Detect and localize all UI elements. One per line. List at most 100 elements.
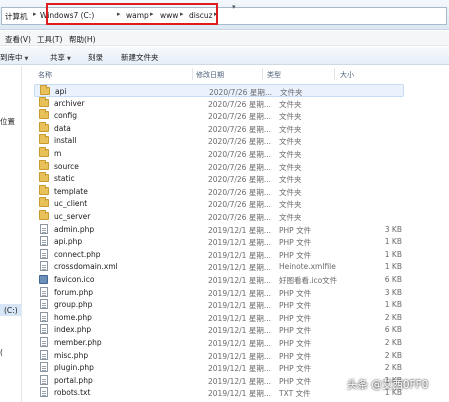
file-name: index.php <box>54 325 92 335</box>
document-file-icon <box>40 261 48 272</box>
menu-view[interactable]: 查看(V) <box>5 34 31 45</box>
file-type: PHP 文件 <box>279 351 312 361</box>
menu-help[interactable]: 帮助(H) <box>69 34 96 45</box>
file-type: 文件夹 <box>279 175 302 185</box>
document-file-icon <box>40 374 48 385</box>
share-label: 共享 <box>50 53 65 62</box>
address-dropdown-arrow-icon[interactable]: ▾ <box>232 3 236 11</box>
sidebar-item-location[interactable]: 位置 <box>0 116 15 127</box>
file-row[interactable]: api 2020/7/26 星期... 文件夹 <box>34 84 404 97</box>
file-size: 2 KB <box>384 338 402 347</box>
file-name: m <box>54 149 62 158</box>
file-size: 1 KB <box>384 237 402 247</box>
file-name: data <box>54 123 71 133</box>
folder-icon <box>40 85 50 95</box>
column-header-row: 名称 修改日期 类型 大小 <box>22 66 449 82</box>
file-row[interactable]: uc_server 2020/7/26 星期... 文件夹 <box>34 210 404 223</box>
file-size: 3 KB <box>384 287 402 297</box>
sidebar-item-drive[interactable]: (C:) <box>4 306 18 315</box>
file-name: install <box>54 136 77 146</box>
file-row[interactable]: favicon.ico 2019/12/1 星期... 好图看看.ico文件 6 KB <box>34 273 404 286</box>
file-modified-date: 2019/12/1 星期... <box>208 326 271 336</box>
column-header-name[interactable]: 名称 <box>38 70 52 80</box>
sidebar-item-partial[interactable]: ( <box>0 348 3 357</box>
file-name: static <box>54 174 75 184</box>
file-row[interactable]: template 2020/7/26 星期... 文件夹 <box>34 184 404 198</box>
image-file-icon <box>39 274 48 284</box>
file-size: 1 KB <box>384 262 402 272</box>
file-size: 6 KB <box>384 275 402 284</box>
include-in-library-button[interactable]: 到库中 ▼ <box>0 52 28 63</box>
folder-icon <box>39 147 49 157</box>
column-header-size[interactable]: 大小 <box>340 70 354 80</box>
file-modified-date: 2020/7/26 星期... <box>208 175 271 185</box>
document-file-icon <box>40 299 48 310</box>
column-header-type[interactable]: 类型 <box>267 70 281 80</box>
file-modified-date: 2019/12/1 星期... <box>208 263 271 273</box>
file-row[interactable]: admin.php 2019/12/1 星期... PHP 文件 3 KB <box>34 223 404 236</box>
file-type: PHP 文件 <box>279 238 312 248</box>
column-divider[interactable] <box>192 68 193 80</box>
file-row[interactable]: install 2020/7/26 星期... 文件夹 <box>34 134 404 147</box>
file-modified-date: 2020/7/26 星期... <box>208 150 271 159</box>
file-size: 2 KB <box>384 312 402 322</box>
file-modified-date: 2019/12/1 星期... <box>208 225 271 235</box>
column-divider[interactable] <box>334 68 335 80</box>
file-type: 文件夹 <box>279 112 302 122</box>
file-row[interactable]: m 2020/7/26 星期... 文件夹 <box>34 147 404 160</box>
file-row[interactable]: plugin.php 2019/12/1 星期... PHP 文件 2 KB <box>34 361 404 374</box>
file-row[interactable]: group.php 2019/12/1 星期... PHP 文件 1 KB <box>34 298 404 311</box>
file-size: 3 KB <box>384 224 402 234</box>
file-name: portal.php <box>54 375 93 385</box>
file-size: 2 KB <box>384 350 402 360</box>
file-type: 文件夹 <box>279 162 302 172</box>
file-row[interactable]: source 2020/7/26 星期... 文件夹 <box>34 159 404 173</box>
file-modified-date: 2019/12/1 星期... <box>208 339 271 348</box>
toolbar: 到库中 ▼ 共享 ▼ 刻录 新建文件夹 <box>0 47 449 65</box>
file-row[interactable]: api.php 2019/12/1 星期... PHP 文件 1 KB <box>34 235 404 248</box>
file-name: config <box>54 111 77 121</box>
file-row[interactable]: uc_client 2020/7/26 星期... 文件夹 <box>34 197 404 210</box>
red-highlight-box <box>46 3 218 25</box>
file-name: home.php <box>54 312 92 322</box>
file-type: PHP 文件 <box>279 364 312 374</box>
file-row[interactable]: member.php 2019/12/1 星期... PHP 文件 2 KB <box>34 336 404 349</box>
file-row[interactable]: home.php 2019/12/1 星期... PHP 文件 2 KB <box>34 311 404 324</box>
file-row[interactable]: static 2020/7/26 星期... 文件夹 <box>34 172 404 185</box>
file-row[interactable]: archiver 2020/7/26 星期... 文件夹 <box>34 96 404 110</box>
file-name: connect.php <box>54 249 101 259</box>
address-bar: 计算机 ▸ Windows7 (C:) ▸ wamp ▸ www ▸ discu… <box>0 0 449 30</box>
file-size: 1 KB <box>384 249 402 259</box>
file-row[interactable]: crossdomain.xml 2019/12/1 星期... Heinote.xm… <box>34 260 404 273</box>
file-row[interactable]: config 2020/7/26 星期... 文件夹 <box>34 109 404 122</box>
breadcrumb-separator-icon[interactable]: ▸ <box>33 10 37 18</box>
breadcrumb-computer[interactable]: 计算机 <box>5 11 28 22</box>
menu-tools[interactable]: 工具(T) <box>37 34 62 45</box>
file-type: PHP 文件 <box>279 288 312 298</box>
file-row[interactable]: forum.php 2019/12/1 星期... PHP 文件 3 KB <box>34 286 404 299</box>
file-name: forum.php <box>54 287 94 297</box>
file-name: group.php <box>54 300 93 310</box>
dropdown-arrow-icon: ▼ <box>67 56 71 62</box>
file-size: 1 KB <box>384 300 402 310</box>
new-folder-button[interactable]: 新建文件夹 <box>121 52 159 63</box>
file-type: Heinote.xmlfile <box>279 262 336 272</box>
file-row[interactable]: misc.php 2019/12/1 星期... PHP 文件 2 KB <box>34 349 404 362</box>
document-file-icon <box>40 362 48 373</box>
file-row[interactable]: index.php 2019/12/1 星期... PHP 文件 6 KB <box>34 323 404 336</box>
file-type: PHP 文件 <box>279 301 312 311</box>
file-type: 文件夹 <box>279 200 302 210</box>
column-divider[interactable] <box>262 68 263 80</box>
document-file-icon <box>40 223 48 234</box>
file-row[interactable]: connect.php 2019/12/1 星期... PHP 文件 1 KB <box>34 248 404 261</box>
file-name: crossdomain.xml <box>54 262 118 272</box>
file-name: member.php <box>54 338 102 347</box>
file-type: 文件夹 <box>279 187 302 197</box>
file-name: favicon.ico <box>54 275 95 284</box>
burn-button[interactable]: 刻录 <box>88 52 103 63</box>
menu-bar: 查看(V) 工具(T) 帮助(H) <box>0 31 449 46</box>
share-button[interactable]: 共享 ▼ <box>50 52 71 63</box>
file-name: robots.txt <box>54 388 91 398</box>
file-row[interactable]: data 2020/7/26 星期... 文件夹 <box>34 121 404 135</box>
column-header-date[interactable]: 修改日期 <box>196 70 224 80</box>
